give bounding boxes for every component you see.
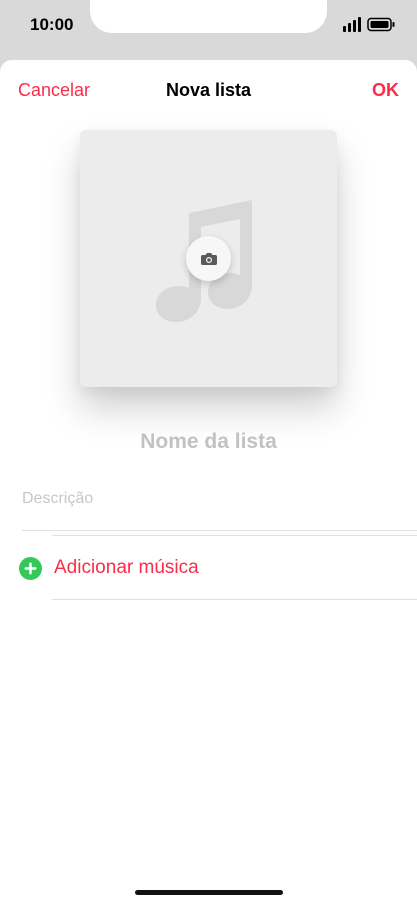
battery-icon bbox=[367, 17, 395, 32]
signal-icon bbox=[343, 17, 361, 32]
status-icons bbox=[343, 17, 395, 32]
device-notch bbox=[90, 0, 327, 33]
description-input[interactable]: Descrição bbox=[22, 490, 93, 508]
new-playlist-sheet: Cancelar Nova lista OK Nome da lista Des… bbox=[0, 60, 417, 905]
ok-button[interactable]: OK bbox=[372, 80, 399, 101]
add-circle-icon bbox=[19, 557, 42, 580]
playlist-artwork[interactable] bbox=[80, 130, 337, 387]
navigation-bar: Cancelar Nova lista OK bbox=[0, 60, 417, 124]
add-music-button[interactable]: Adicionar música bbox=[18, 556, 417, 586]
divider bbox=[52, 535, 417, 536]
add-music-label: Adicionar música bbox=[54, 557, 199, 578]
playlist-name-input[interactable]: Nome da lista bbox=[0, 430, 417, 454]
camera-icon bbox=[200, 253, 217, 265]
divider bbox=[52, 599, 417, 600]
home-indicator bbox=[135, 890, 283, 895]
divider bbox=[22, 530, 417, 531]
status-time: 10:00 bbox=[30, 15, 74, 34]
change-photo-button[interactable] bbox=[186, 236, 231, 281]
page-title: Nova lista bbox=[165, 80, 252, 100]
